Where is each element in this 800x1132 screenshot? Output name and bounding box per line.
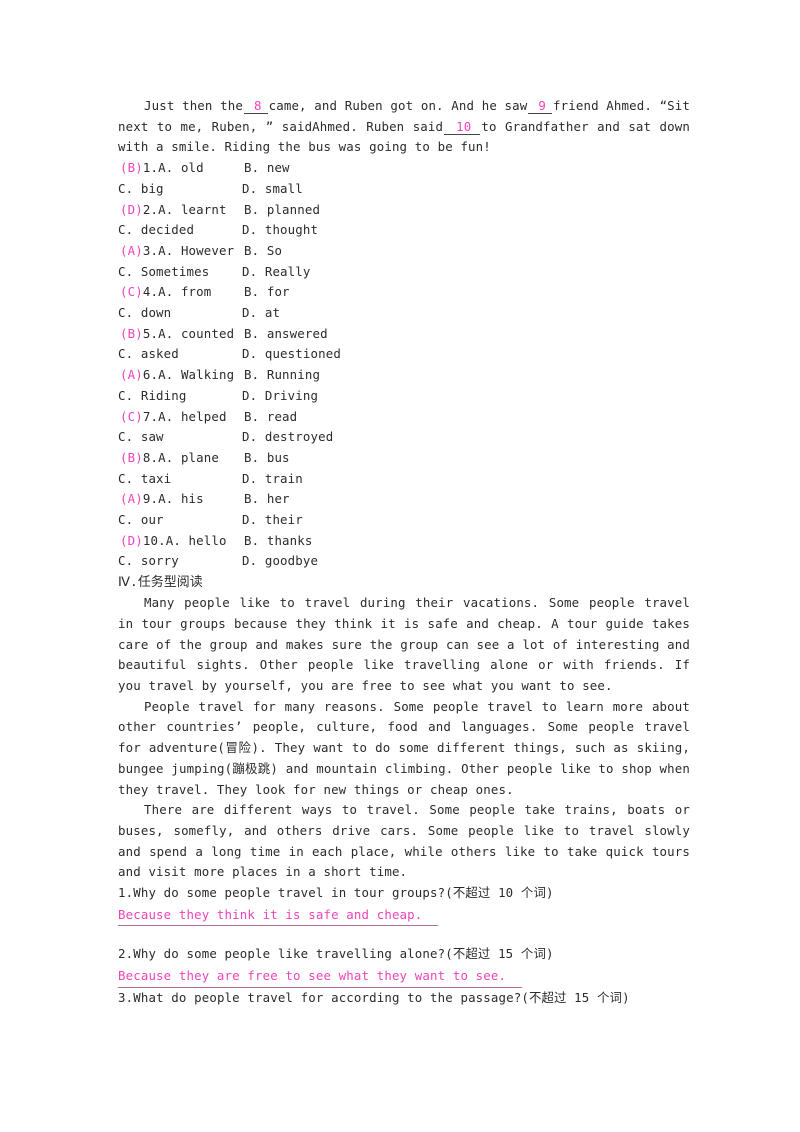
- mc-option-b-7[interactable]: B. read: [244, 407, 297, 428]
- mc-option-d-4[interactable]: D. at: [242, 303, 280, 324]
- mc-option-c-3[interactable]: C. Sometimes: [118, 262, 242, 283]
- mc-option-b-6[interactable]: B. Running: [244, 365, 320, 386]
- cloze-text-2: came, and Ruben got on. And he saw: [268, 98, 528, 113]
- mc-option-d-7[interactable]: D. destroyed: [242, 427, 333, 448]
- reading-answer-1-wrap: Because they think it is safe and cheap.: [118, 904, 690, 927]
- reading-question-2-text: Why do some people like travelling alone…: [133, 946, 554, 962]
- mc-option-b-10[interactable]: B. thanks: [244, 531, 313, 552]
- cloze-passage: Just then the 8 came, and Ruben got on. An…: [118, 96, 690, 158]
- reading-question-1-number: 1.: [118, 885, 134, 901]
- mc-item-5-top: (B)5.A. counted B. answered: [118, 324, 690, 345]
- mc-item-3-bot: C. Sometimes D. Really: [118, 262, 690, 283]
- answer-key-1: (B): [120, 160, 143, 176]
- mc-item-10-bot: C. sorry D. goodbye: [118, 551, 690, 572]
- reading-answer-2-wrap: Because they are free to see what they w…: [118, 965, 690, 988]
- mc-option-b-8[interactable]: B. bus: [244, 448, 290, 469]
- mc-option-c-2[interactable]: C. decided: [118, 220, 242, 241]
- reading-answer-2[interactable]: Because they are free to see what they w…: [118, 966, 523, 988]
- answer-key-4: (C): [120, 284, 143, 300]
- answer-key-9: (A): [120, 491, 143, 507]
- mc-option-c-5[interactable]: C. asked: [118, 344, 242, 365]
- reading-paragraph-1: Many people like to travel during their …: [118, 595, 690, 693]
- cloze-blank-9[interactable]: 9: [528, 98, 553, 114]
- reading-answer-1[interactable]: Because they think it is safe and cheap.: [118, 905, 439, 927]
- mc-option-a-1[interactable]: (B)1.A. old: [118, 158, 244, 179]
- mc-option-b-1[interactable]: B. new: [244, 158, 290, 179]
- mc-option-c-8[interactable]: C. taxi: [118, 469, 242, 490]
- mc-option-a-9[interactable]: (A)9.A. his: [118, 489, 244, 510]
- mc-item-7-top: (C)7.A. helped B. read: [118, 407, 690, 428]
- answer-key-7: (C): [120, 408, 143, 424]
- mc-option-a-2[interactable]: (D)2.A. learnt: [118, 200, 244, 221]
- worksheet-page: Just then the 8 came, and Ruben got on. An…: [0, 0, 800, 1132]
- mc-item-4-bot: C. down D. at: [118, 303, 690, 324]
- mc-option-c-4[interactable]: C. down: [118, 303, 242, 324]
- answer-key-5: (B): [120, 325, 143, 341]
- mc-item-1-bot: C. big D. small: [118, 179, 690, 200]
- cloze-options-list: (B)1.A. old B. new C. big D. small (D)2.…: [118, 158, 690, 572]
- reading-question-3-number: 3.: [118, 989, 134, 1005]
- mc-item-2-top: (D)2.A. learnt B. planned: [118, 200, 690, 221]
- answer-key-6: (A): [120, 367, 143, 383]
- mc-option-b-4[interactable]: B. for: [244, 282, 290, 303]
- mc-item-2-bot: C. decided D. thought: [118, 220, 690, 241]
- mc-option-d-10[interactable]: D. goodbye: [242, 551, 318, 572]
- mc-option-b-3[interactable]: B. So: [244, 241, 282, 262]
- mc-option-d-2[interactable]: D. thought: [242, 220, 318, 241]
- mc-option-b-2[interactable]: B. planned: [244, 200, 320, 221]
- mc-option-a-4[interactable]: (C)4.A. from: [118, 282, 244, 303]
- answer-key-8: (B): [120, 449, 143, 465]
- mc-item-1-top: (B)1.A. old B. new: [118, 158, 690, 179]
- mc-item-8-bot: C. taxi D. train: [118, 469, 690, 490]
- answer-key-3: (A): [120, 242, 143, 258]
- mc-option-c-6[interactable]: C. Riding: [118, 386, 242, 407]
- cloze-text-1: Just then the: [144, 98, 243, 113]
- answer-key-2: (D): [120, 201, 143, 217]
- mc-option-d-6[interactable]: D. Driving: [242, 386, 318, 407]
- cloze-blank-8[interactable]: 8: [243, 98, 268, 114]
- reading-question-2-number: 2.: [118, 946, 134, 962]
- mc-option-a-7[interactable]: (C)7.A. helped: [118, 407, 244, 428]
- mc-option-d-8[interactable]: D. train: [242, 469, 303, 490]
- reading-paragraph-3: There are different ways to travel. Some…: [118, 802, 690, 880]
- mc-item-6-top: (A)6.A. Walking B. Running: [118, 365, 690, 386]
- mc-option-a-3[interactable]: (A)3.A. However: [118, 241, 244, 262]
- mc-item-9-bot: C. our D. their: [118, 510, 690, 531]
- mc-item-5-bot: C. asked D. questioned: [118, 344, 690, 365]
- mc-option-c-1[interactable]: C. big: [118, 179, 242, 200]
- mc-item-9-top: (A)9.A. his B. her: [118, 489, 690, 510]
- mc-option-c-10[interactable]: C. sorry: [118, 551, 242, 572]
- mc-option-c-9[interactable]: C. our: [118, 510, 242, 531]
- mc-item-10-top: (D)10.A. hello B. thanks: [118, 531, 690, 552]
- mc-item-7-bot: C. saw D. destroyed: [118, 427, 690, 448]
- mc-option-d-9[interactable]: D. their: [242, 510, 303, 531]
- section-heading-reading: Ⅳ.任务型阅读: [118, 575, 203, 591]
- mc-option-d-3[interactable]: D. Really: [242, 262, 311, 283]
- mc-option-d-5[interactable]: D. questioned: [242, 344, 341, 365]
- mc-option-a-6[interactable]: (A)6.A. Walking: [118, 365, 244, 386]
- mc-option-a-5[interactable]: (B)5.A. counted: [118, 324, 244, 345]
- reading-question-3-text: What do people travel for according to t…: [133, 989, 630, 1005]
- mc-item-6-bot: C. Riding D. Driving: [118, 386, 690, 407]
- cloze-blank-10[interactable]: 10: [444, 118, 481, 135]
- mc-option-c-7[interactable]: C. saw: [118, 427, 242, 448]
- reading-question-1-text: Why do some people travel in tour groups…: [133, 885, 554, 901]
- mc-option-b-9[interactable]: B. her: [244, 489, 290, 510]
- answer-gap-1: [118, 926, 690, 944]
- mc-item-3-top: (A)3.A. However B. So: [118, 241, 690, 262]
- mc-option-a-10[interactable]: (D)10.A. hello: [118, 531, 244, 552]
- reading-paragraph-2: People travel for many reasons. Some peo…: [118, 698, 690, 797]
- mc-item-8-top: (B)8.A. plane B. bus: [118, 448, 690, 469]
- mc-option-b-5[interactable]: B. answered: [244, 324, 328, 345]
- answer-key-10: (D): [120, 532, 143, 548]
- mc-item-4-top: (C)4.A. from B. for: [118, 282, 690, 303]
- reading-question-1: 1.Why do some people travel in tour grou…: [118, 883, 690, 904]
- mc-option-a-8[interactable]: (B)8.A. plane: [118, 448, 244, 469]
- reading-question-2: 2.Why do some people like travelling alo…: [118, 944, 690, 965]
- mc-option-d-1[interactable]: D. small: [242, 179, 303, 200]
- reading-question-3: 3.What do people travel for according to…: [118, 988, 690, 1009]
